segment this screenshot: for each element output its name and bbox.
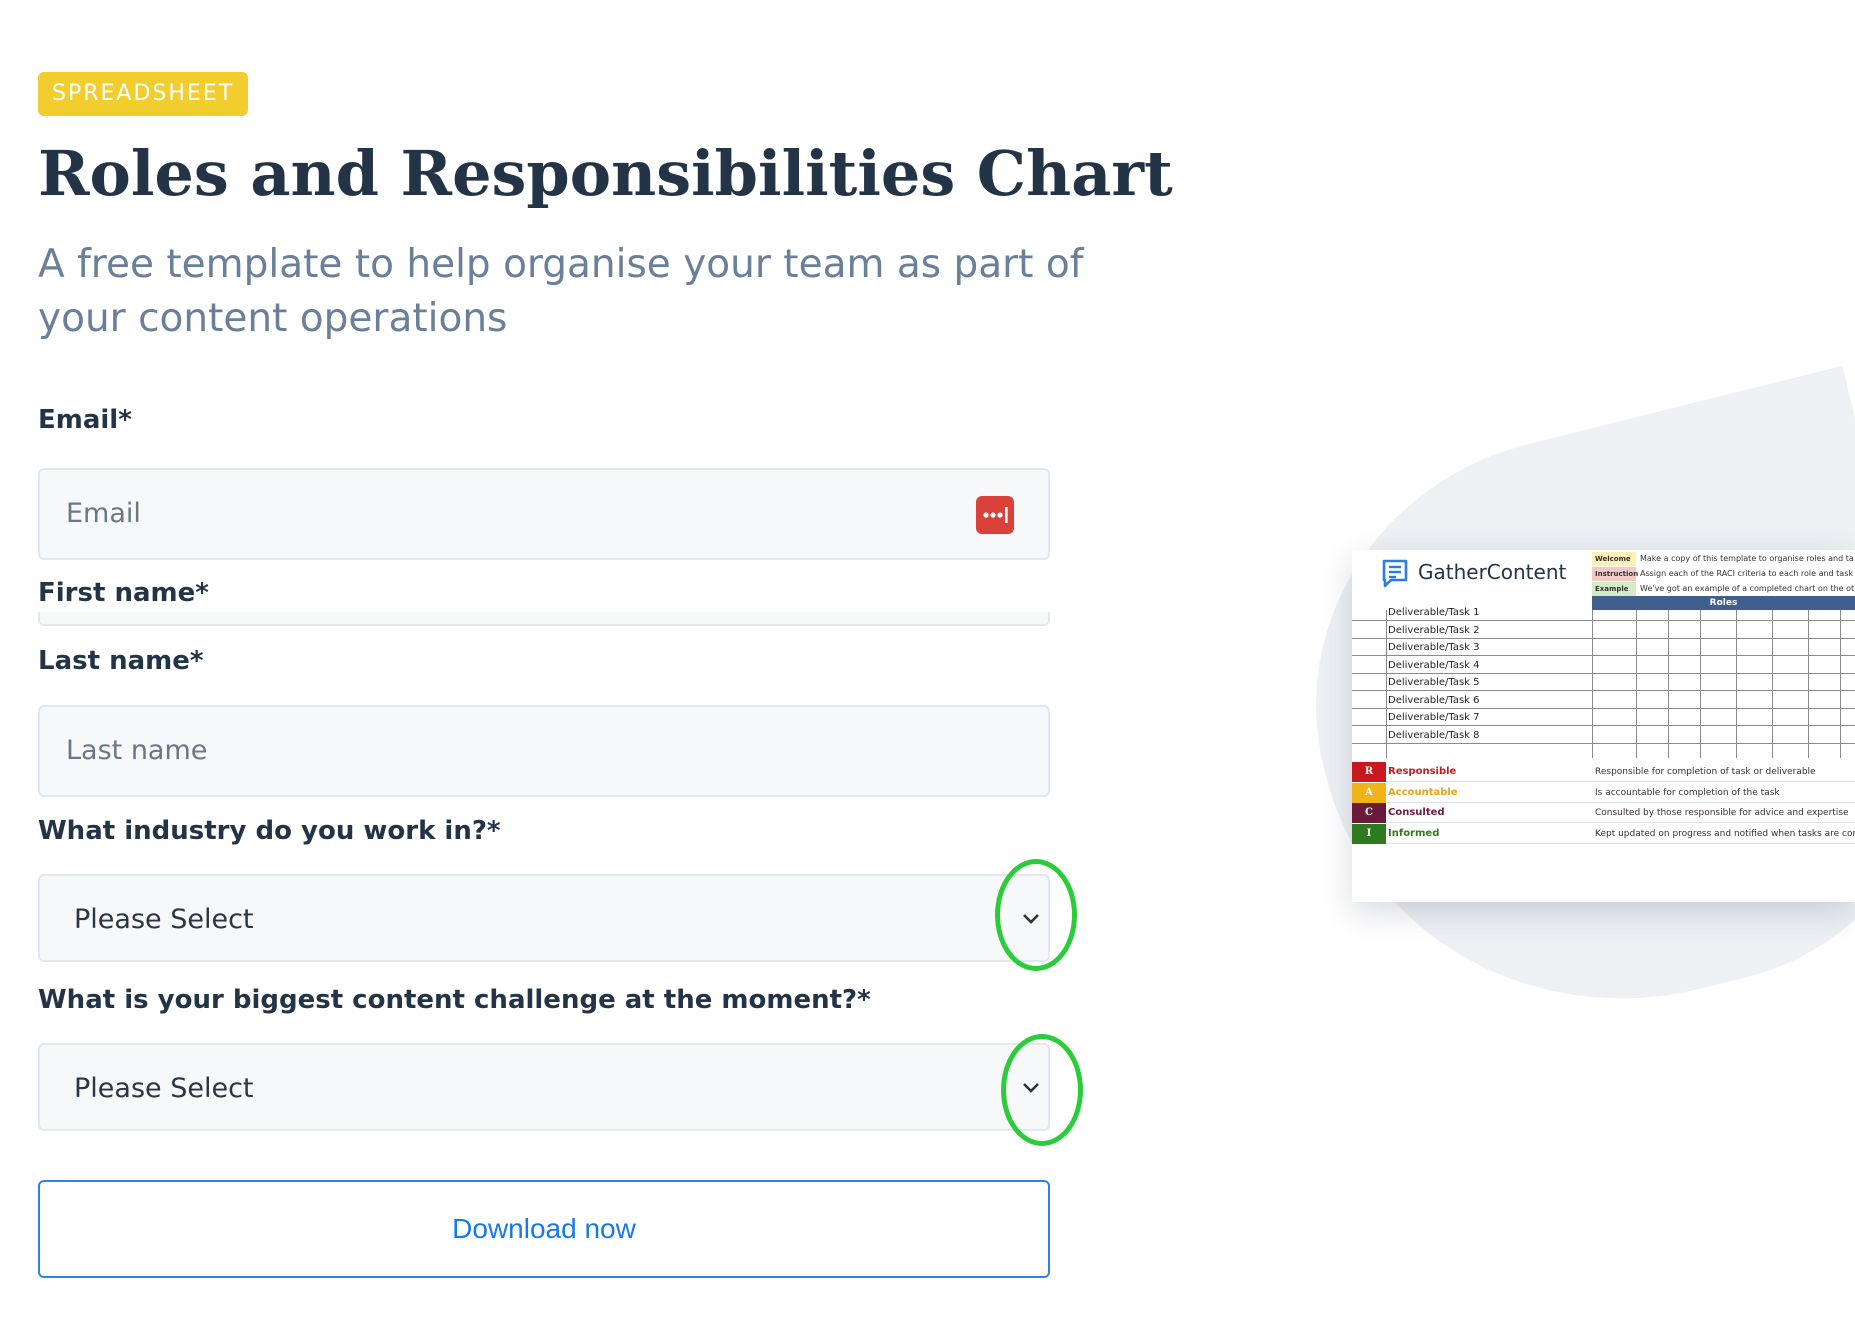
spreadsheet-preview-image: GatherContent Welcome Make a copy of this… — [1352, 550, 1855, 902]
preview-info-text: We've got an example of a completed char… — [1640, 584, 1855, 593]
email-field[interactable]: Email — [38, 468, 1050, 560]
preview-legend-key: A — [1352, 782, 1386, 803]
last-name-field[interactable]: Last name — [38, 705, 1050, 797]
gathercontent-logo-icon — [1382, 559, 1408, 588]
first-name-label: First name* — [38, 578, 209, 608]
preview-legend-desc: Consulted by those responsible for advic… — [1595, 808, 1849, 818]
preview-info-tag: Example — [1592, 582, 1636, 596]
preview-task-row: Deliverable/Task 1 — [1352, 604, 1855, 621]
preview-grid-line — [1592, 610, 1593, 758]
preview-legend-desc: Kept updated on progress and notified wh… — [1595, 828, 1855, 839]
preview-task-row: Deliverable/Task 2 — [1352, 622, 1855, 639]
preview-task-label: Deliverable/Task 4 — [1388, 659, 1480, 671]
preview-info-tag: Welcome — [1592, 552, 1636, 566]
password-manager-icon[interactable] — [976, 496, 1014, 534]
first-name-field[interactable] — [38, 612, 1050, 626]
preview-legend-desc: Is accountable for completion of the tas… — [1595, 787, 1780, 798]
preview-task-row: Deliverable/Task 7 — [1352, 709, 1855, 726]
preview-grid-line — [1386, 610, 1387, 758]
preview-legend-key: R — [1352, 762, 1386, 782]
preview-legend-row: R Responsible Responsible for completion o… — [1352, 762, 1855, 782]
preview-info-row: Welcome Make a copy of this template to o… — [1592, 552, 1854, 567]
preview-info-row: Example We've got an example of a complet… — [1592, 582, 1854, 597]
preview-grid-line — [1700, 610, 1701, 758]
last-name-placeholder: Last name — [66, 735, 208, 766]
preview-task-label: Deliverable/Task 1 — [1388, 607, 1480, 618]
preview-grid-line — [1808, 610, 1809, 758]
brand-name: GatherContent — [1418, 560, 1567, 584]
industry-label: What industry do you work in?* — [38, 816, 501, 846]
page-title: Roles and Responsibilities Chart — [38, 137, 1173, 210]
preview-grid-line — [1840, 610, 1841, 758]
preview-task-label: Deliverable/Task 8 — [1388, 729, 1480, 741]
preview-task-label: Deliverable/Task 2 — [1388, 624, 1480, 636]
annotation-circle — [995, 859, 1077, 971]
preview-info-text: Make a copy of this template to organise… — [1640, 554, 1854, 563]
page-subtitle: A free template to help organise your te… — [38, 242, 1084, 341]
preview-legend-key: C — [1352, 803, 1386, 823]
preview-task-row: Deliverable/Task 8 — [1352, 727, 1855, 744]
preview-info-tag: Instruction — [1592, 567, 1638, 581]
preview-legend-key: I — [1352, 823, 1386, 844]
annotation-circle — [1001, 1034, 1083, 1146]
preview-legend-row: I Informed Kept updated on progress and no… — [1352, 823, 1855, 844]
preview-task-label: Deliverable/Task 6 — [1388, 694, 1480, 706]
preview-legend-desc: Responsible for completion of task or de… — [1595, 767, 1816, 777]
preview-task-label: Deliverable/Task 7 — [1388, 712, 1480, 723]
challenge-select[interactable]: Please Select — [38, 1043, 1050, 1131]
preview-task-row: Deliverable/Task 3 — [1352, 639, 1855, 656]
preview-legend-name: Accountable — [1388, 786, 1458, 798]
preview-legend-name: Consulted — [1388, 807, 1445, 818]
preview-legend-name: Responsible — [1388, 766, 1457, 777]
preview-info-row: Instruction Assign each of the RACI crite… — [1592, 567, 1853, 582]
preview-legend-row: C Consulted Consulted by those responsible… — [1352, 803, 1855, 823]
challenge-label: What is your biggest content challenge a… — [38, 985, 871, 1015]
preview-grid-line — [1772, 610, 1773, 758]
email-placeholder: Email — [66, 498, 141, 529]
preview-grid-line — [1736, 610, 1737, 758]
last-name-label: Last name* — [38, 646, 204, 676]
challenge-selected-value: Please Select — [74, 1073, 254, 1104]
preview-legend-row: A Accountable Is accountable for completio… — [1352, 782, 1855, 803]
preview-task-row: Deliverable/Task 5 — [1352, 674, 1855, 691]
preview-task-label: Deliverable/Task 3 — [1388, 642, 1480, 653]
preview-task-row: Deliverable/Task 4 — [1352, 657, 1855, 674]
preview-task-row: Deliverable/Task 6 — [1352, 692, 1855, 709]
category-badge: SPREADSHEET — [38, 72, 249, 116]
preview-task-label: Deliverable/Task 5 — [1388, 677, 1480, 688]
download-now-button[interactable]: Download now — [38, 1180, 1050, 1278]
email-label: Email* — [38, 405, 132, 435]
preview-info-text: Assign each of the RACI criteria to each… — [1640, 569, 1854, 578]
preview-grid-line — [1668, 610, 1669, 758]
industry-select[interactable]: Please Select — [38, 874, 1050, 962]
preview-grid-line — [1636, 610, 1637, 758]
industry-selected-value: Please Select — [74, 904, 254, 935]
preview-legend-name: Informed — [1388, 827, 1440, 839]
